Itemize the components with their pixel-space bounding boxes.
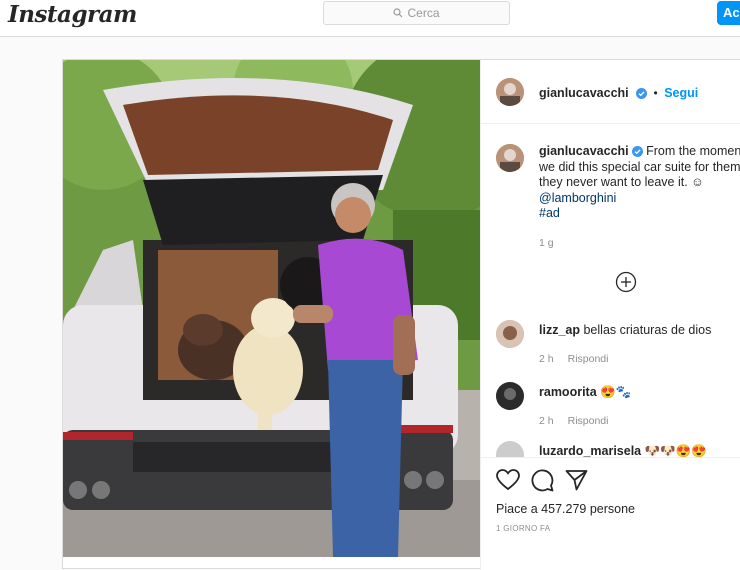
- comment-avatar[interactable]: [496, 320, 524, 348]
- comment-time[interactable]: 2 h: [539, 415, 554, 427]
- post-header: gianlucavacchi • Segui: [481, 60, 740, 124]
- comment-username[interactable]: lizz_ap: [539, 323, 580, 337]
- comment-time[interactable]: 2 h: [539, 353, 554, 365]
- search-icon: [393, 8, 403, 18]
- add-comment-icon[interactable]: [615, 271, 637, 293]
- comment-username[interactable]: luzardo_marisela: [539, 444, 641, 458]
- caption-text-block: gianlucavacchi From the moment we did th…: [539, 144, 740, 251]
- search-input[interactable]: Cerca: [323, 1, 510, 25]
- comment-avatar[interactable]: [496, 382, 524, 410]
- instagram-logo[interactable]: Instagram: [8, 1, 137, 28]
- post-card: gianlucavacchi • Segui gianlucavacchi Fr…: [62, 59, 740, 570]
- caption-time[interactable]: 1 g: [539, 236, 740, 252]
- post-date: 1 GIORNO FA: [496, 524, 551, 533]
- separator-dot: •: [653, 86, 658, 100]
- reply-button[interactable]: Rispondi: [568, 353, 609, 365]
- top-navigation-bar: Instagram Cerca Ac: [0, 0, 740, 37]
- comment-text: bellas criaturas de dios: [583, 323, 712, 337]
- comment-text: 🐶🐶😍😍: [644, 444, 707, 458]
- hashtag-link[interactable]: #ad: [539, 206, 560, 220]
- caption-author[interactable]: gianlucavacchi: [539, 144, 629, 158]
- post-side-panel: gianlucavacchi • Segui gianlucavacchi Fr…: [480, 60, 740, 570]
- author-username[interactable]: gianlucavacchi: [539, 86, 629, 100]
- post-photo: [63, 60, 480, 557]
- verified-icon: [636, 88, 648, 99]
- share-icon[interactable]: [565, 469, 588, 491]
- follow-button[interactable]: Segui: [664, 86, 698, 100]
- likes-count[interactable]: Piace a 457.279 persone: [496, 502, 635, 516]
- photo-illustration: [63, 60, 480, 557]
- comment-text: 😍🐾: [600, 385, 632, 399]
- search-placeholder: Cerca: [407, 6, 440, 20]
- author-avatar[interactable]: [496, 78, 524, 106]
- reply-button[interactable]: Rispondi: [568, 415, 609, 427]
- comment-icon[interactable]: [531, 469, 554, 492]
- caption-avatar[interactable]: [496, 144, 524, 172]
- verified-icon: [631, 146, 643, 157]
- mention-link[interactable]: @lamborghini: [539, 191, 616, 205]
- login-button[interactable]: Ac: [717, 1, 740, 25]
- heart-icon[interactable]: [496, 469, 520, 491]
- comment-username[interactable]: ramoorita: [539, 385, 597, 399]
- post-actions: Piace a 457.279 persone 1 GIORNO FA: [481, 457, 740, 570]
